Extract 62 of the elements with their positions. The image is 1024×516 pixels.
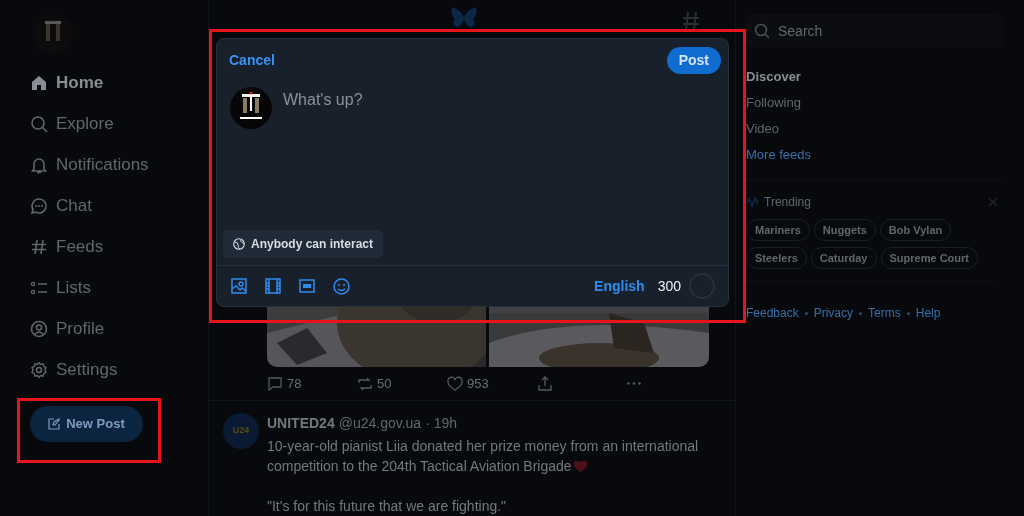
hash-icon[interactable] xyxy=(682,11,700,31)
more-feeds-link[interactable]: More feeds xyxy=(746,142,1004,168)
search-field[interactable]: Search xyxy=(746,14,1004,48)
repost-icon xyxy=(357,375,373,392)
trending-icon xyxy=(746,196,758,208)
progress-ring-icon xyxy=(689,273,715,299)
image-icon[interactable] xyxy=(231,278,247,294)
action-like-button[interactable]: 953 xyxy=(447,373,489,394)
action-repost-button[interactable]: 50 xyxy=(357,373,392,394)
footer-link[interactable]: Privacy xyxy=(813,304,854,322)
footer-link[interactable]: Help xyxy=(915,304,941,322)
search-icon xyxy=(754,23,770,39)
search-placeholder: Search xyxy=(778,21,823,41)
feed-link[interactable]: Following xyxy=(746,90,1004,116)
nav-item[interactable]: Settings xyxy=(30,349,208,390)
audience-button[interactable]: Anybody can interact xyxy=(223,230,384,258)
nav-item[interactable]: Explore xyxy=(30,103,208,144)
feed-link[interactable]: Video xyxy=(746,116,1004,142)
bell-icon xyxy=(30,155,48,174)
profile-icon xyxy=(30,319,48,338)
comment-icon xyxy=(267,375,283,392)
post-text: "It's for this future that we are fighting." xyxy=(267,497,508,516)
post-button[interactable]: Post xyxy=(666,47,721,74)
action-reply-button[interactable]: 78 xyxy=(267,373,302,394)
nav-item[interactable]: Chat xyxy=(30,185,208,226)
footer-link[interactable]: Feedback xyxy=(746,304,799,322)
character-count: 300 xyxy=(657,276,681,296)
cancel-button[interactable]: Cancel xyxy=(229,50,275,71)
more-icon xyxy=(627,382,641,386)
avatar-text: U24 xyxy=(232,424,250,438)
trending-heading: Trending xyxy=(764,194,812,211)
nav-item[interactable]: Feeds xyxy=(30,226,208,267)
nav-item[interactable]: Profile xyxy=(30,308,208,349)
globe-icon xyxy=(233,238,245,250)
language-button[interactable]: English xyxy=(594,275,645,297)
action-share-button[interactable] xyxy=(537,375,553,392)
post-time: · 19h xyxy=(425,414,458,433)
home-icon xyxy=(30,73,48,92)
hash-icon xyxy=(30,237,48,256)
heart-icon xyxy=(447,375,463,392)
gif-icon[interactable] xyxy=(299,278,315,294)
avatar-icon[interactable] xyxy=(230,87,272,129)
search-icon xyxy=(30,114,48,133)
gear-icon xyxy=(30,360,48,379)
emoji-icon[interactable] xyxy=(333,277,350,295)
nav-item[interactable]: Home xyxy=(30,62,208,103)
share-icon xyxy=(537,375,553,392)
post-text-field[interactable]: What's up? xyxy=(283,88,703,110)
nav-item[interactable]: Notifications xyxy=(30,144,208,185)
feed-link[interactable]: Discover xyxy=(746,64,1004,90)
heart-icon xyxy=(573,461,587,474)
post-text: 10-year-old pianist Liia donated her prize money from an international competition to the 204th Tactical Aviation Brigade xyxy=(267,437,700,476)
new-post-button[interactable]: New Post xyxy=(30,406,143,442)
action-more-button[interactable] xyxy=(627,382,641,386)
footer-link[interactable]: Terms xyxy=(868,304,901,322)
video-icon[interactable] xyxy=(265,278,281,294)
author-handle[interactable]: @u24.gov.ua xyxy=(338,413,422,434)
nav-item[interactable]: Lists xyxy=(30,267,208,308)
avatar[interactable]: U24 xyxy=(223,413,259,449)
author-name[interactable]: UNITED24 xyxy=(267,413,335,434)
chat-bubble-icon xyxy=(30,196,48,215)
edit-icon xyxy=(48,418,61,430)
